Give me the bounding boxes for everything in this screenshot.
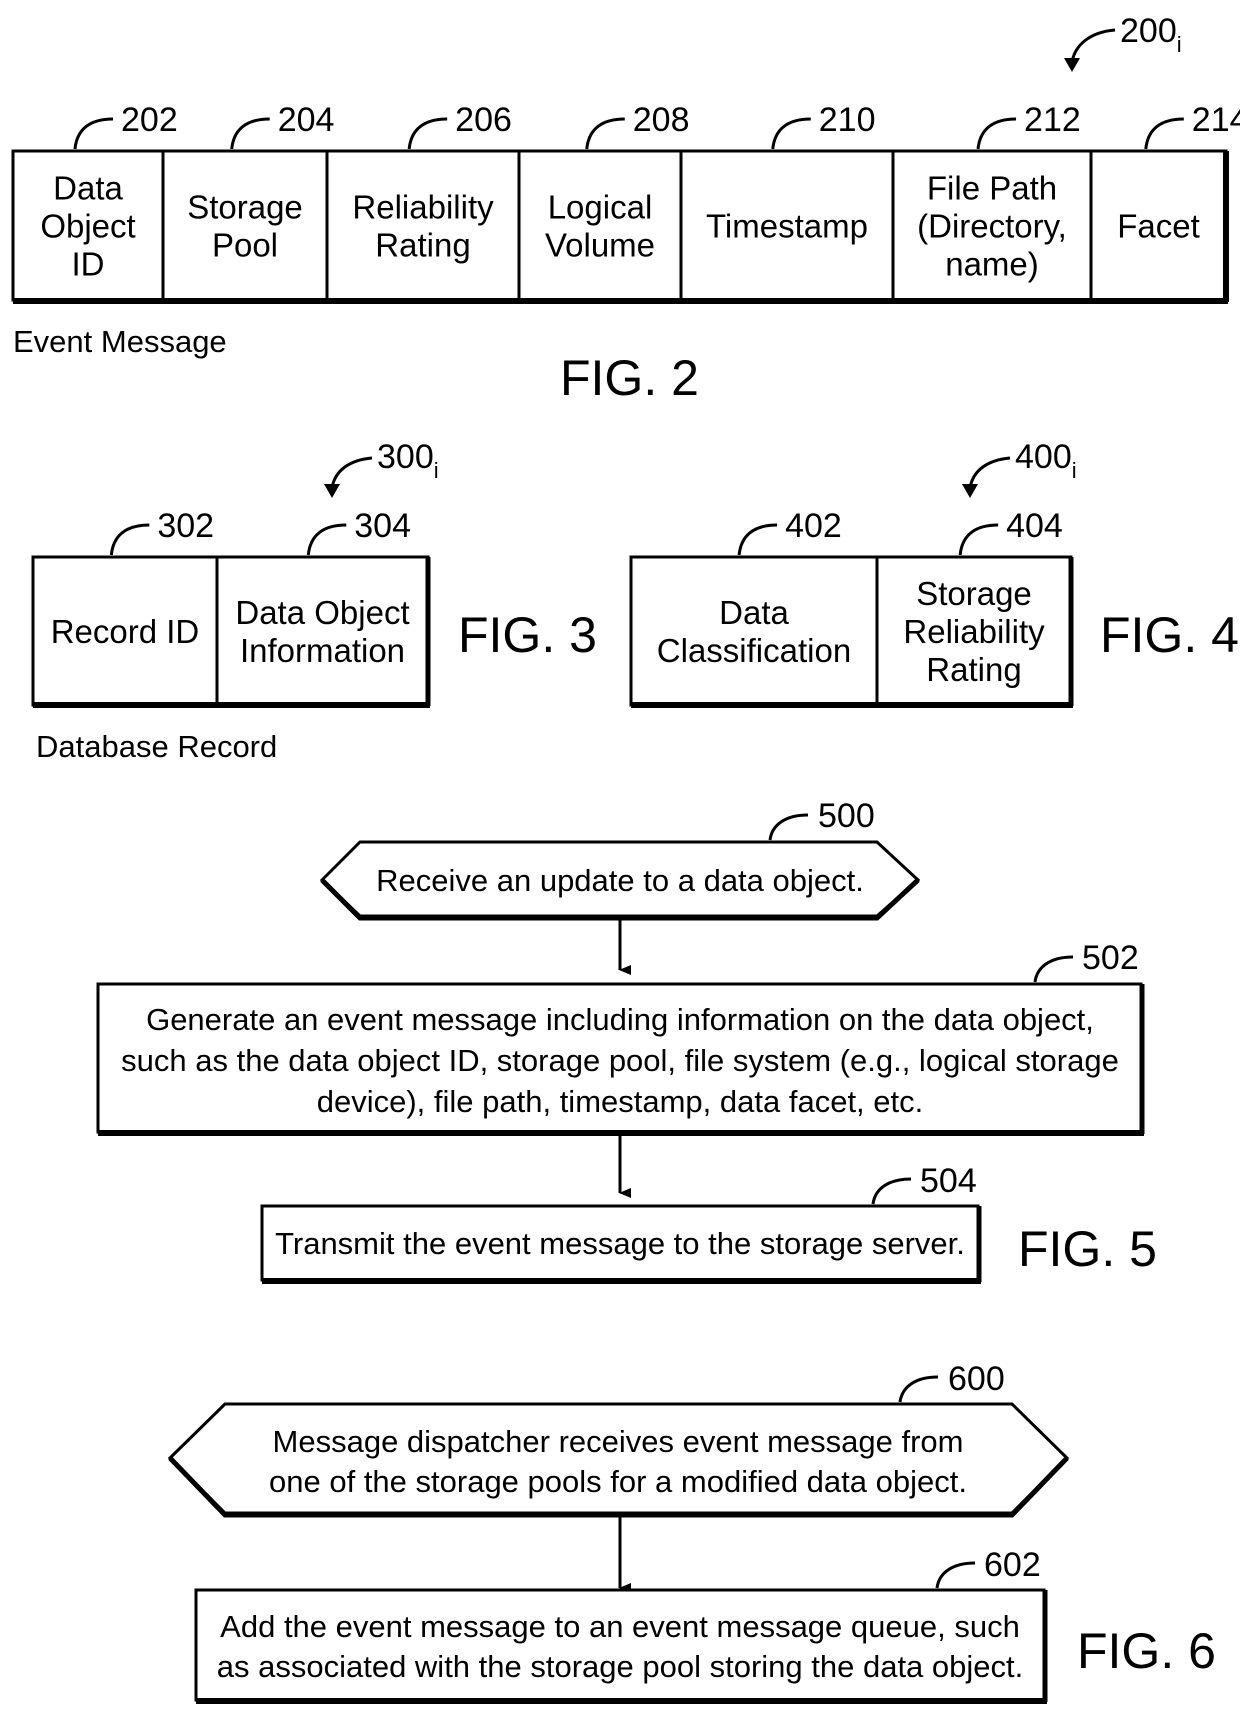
ref-number-206: 206 xyxy=(455,101,512,139)
field-label-210: Timestamp xyxy=(706,207,868,244)
step-602-leader xyxy=(935,1561,976,1589)
field-label-304: Data Object xyxy=(235,594,409,631)
ref-leader-302 xyxy=(109,523,150,556)
fig4-group-ref: 400i xyxy=(1015,438,1077,483)
field-label-404: Rating xyxy=(926,651,1021,688)
step-500-leader xyxy=(768,813,809,841)
arrowhead-icon xyxy=(324,484,340,498)
fig4-group-leader-arrow xyxy=(968,456,1011,489)
step-600-text-line2: one of the storage pools for a modified … xyxy=(269,1464,967,1499)
field-label-204: Storage xyxy=(187,188,303,225)
fig5-label: FIG. 5 xyxy=(1018,1221,1157,1277)
ref-leader-214 xyxy=(1144,117,1184,150)
ref-leader-212 xyxy=(976,117,1017,150)
field-label-302: Record ID xyxy=(51,613,200,650)
fig2-caption: Event Message xyxy=(13,324,227,359)
step-502-text-line1: Generate an event message including info… xyxy=(146,1002,1094,1037)
field-label-214: Facet xyxy=(1117,207,1200,244)
field-label-206: Rating xyxy=(375,226,470,263)
field-label-212: name) xyxy=(945,245,1039,282)
arrowhead-icon xyxy=(1064,58,1080,72)
field-label-404: Reliability xyxy=(903,613,1045,650)
field-label-402: Data xyxy=(719,594,789,631)
fig4-label: FIG. 4 xyxy=(1100,607,1239,663)
fig2-event-message: 200i DataObjectID 202 StoragePool 204 Reliab… xyxy=(11,12,1240,406)
fig3-group-leader-arrow xyxy=(330,456,373,489)
field-label-304: Information xyxy=(240,632,405,669)
field-label-206: Reliability xyxy=(352,188,494,225)
fig3-label: FIG. 3 xyxy=(458,607,597,663)
fig6-flowchart: 600 Message dispatcher receives event me… xyxy=(167,1360,1216,1704)
ref-leader-210 xyxy=(771,117,811,150)
step-504-ref: 504 xyxy=(920,1162,977,1200)
step-504-leader xyxy=(871,1177,912,1205)
fig2-label: FIG. 2 xyxy=(560,350,699,406)
field-label-402: Classification xyxy=(657,632,851,669)
fig3-caption: Database Record xyxy=(36,729,277,764)
ref-leader-404 xyxy=(958,523,999,556)
ref-number-304: 304 xyxy=(354,507,411,545)
step-600-text-line1: Message dispatcher receives event messag… xyxy=(273,1424,964,1459)
step-602-text-line2: as associated with the storage pool stor… xyxy=(217,1649,1024,1684)
fig6-label: FIG. 6 xyxy=(1077,1623,1216,1679)
ref-number-212: 212 xyxy=(1024,101,1081,139)
ref-number-210: 210 xyxy=(819,101,876,139)
fig5-flowchart: 500 Receive an update to a data object. … xyxy=(96,797,1157,1284)
step-502-text-line2: such as the data object ID, storage pool… xyxy=(121,1043,1119,1078)
ref-leader-204 xyxy=(230,117,270,150)
ref-number-208: 208 xyxy=(633,101,690,139)
field-label-212: (Directory, xyxy=(917,207,1067,244)
step-502-ref: 502 xyxy=(1082,939,1139,977)
ref-number-402: 402 xyxy=(785,507,842,545)
step-600-ref: 600 xyxy=(948,1360,1005,1398)
field-label-208: Volume xyxy=(545,226,655,263)
fig4-classification-record: 400i DataClassification 402 StorageReliabi… xyxy=(629,438,1239,708)
ref-number-202: 202 xyxy=(121,101,178,139)
fig3-database-record: 300i Record ID 302 Data ObjectInformation 3… xyxy=(31,438,597,764)
field-label-212: File Path xyxy=(927,169,1057,206)
fig2-group-ref: 200i xyxy=(1120,12,1182,57)
step-502-text-line3: device), file path, timestamp, data face… xyxy=(317,1084,924,1119)
field-label-404: Storage xyxy=(916,575,1032,612)
ref-number-214: 214 xyxy=(1192,101,1240,139)
ref-number-404: 404 xyxy=(1006,507,1063,545)
field-label-204: Pool xyxy=(212,226,278,263)
step-502-leader xyxy=(1033,955,1074,983)
field-label-202: ID xyxy=(72,245,105,282)
ref-leader-206 xyxy=(407,117,448,150)
arrowhead-icon xyxy=(962,484,978,498)
patent-figures-sheet: 200i DataObjectID202StoragePool204Reliab… xyxy=(11,12,1240,1704)
step-504-text: Transmit the event message to the storag… xyxy=(275,1226,965,1261)
step-600-leader xyxy=(898,1375,939,1403)
fig2-group-leader-arrow xyxy=(1070,28,1116,63)
field-label-202: Object xyxy=(40,207,135,244)
ref-leader-304 xyxy=(306,523,347,556)
step-602-text-line1: Add the event message to an event messag… xyxy=(220,1609,1020,1644)
step-500-ref: 500 xyxy=(818,797,875,835)
step-602-ref: 602 xyxy=(984,1546,1041,1584)
ref-leader-402 xyxy=(737,523,778,556)
field-label-208: Logical xyxy=(548,188,653,225)
fig3-group-ref: 300i xyxy=(377,438,439,483)
ref-leader-208 xyxy=(585,117,625,150)
field-label-202: Data xyxy=(53,169,123,206)
step-500-text: Receive an update to a data object. xyxy=(376,863,864,898)
ref-leader-202 xyxy=(73,117,114,150)
ref-number-204: 204 xyxy=(278,101,335,139)
ref-number-302: 302 xyxy=(157,507,214,545)
